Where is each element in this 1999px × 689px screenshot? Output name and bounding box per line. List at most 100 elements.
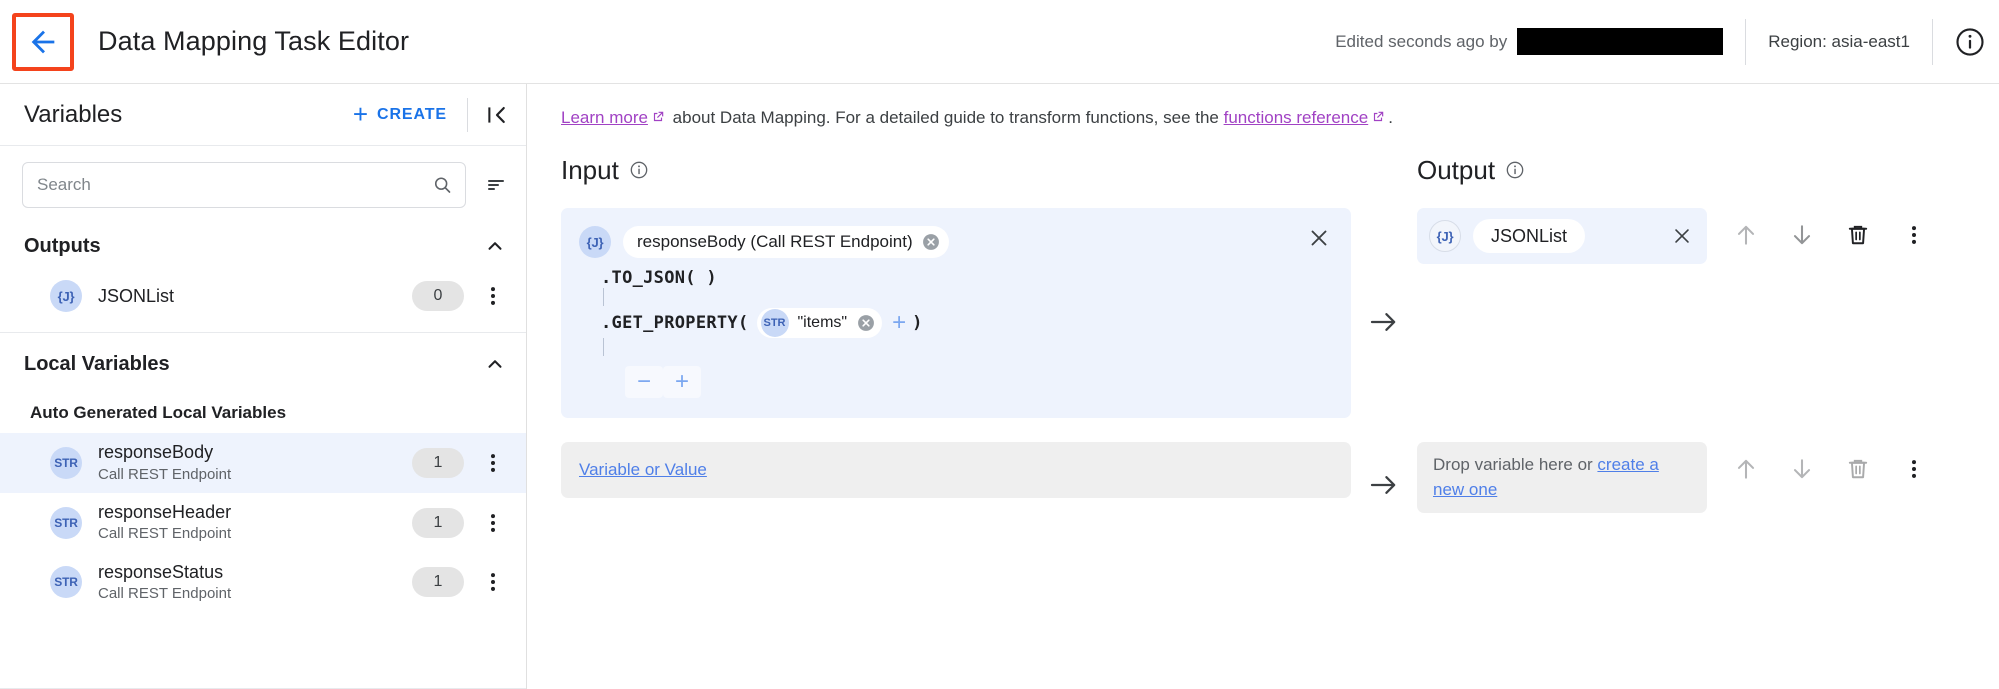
add-function-button[interactable]: + xyxy=(663,366,701,398)
input-expression-cell: {J} responseBody (Call REST Endpoint) .T… xyxy=(561,208,1351,418)
expression-function-line[interactable]: .TO_JSON( ) xyxy=(579,268,1331,288)
variable-or-value-link[interactable]: Variable or Value xyxy=(579,460,707,480)
variable-name: responseHeader xyxy=(98,501,232,522)
functions-reference-link[interactable]: functions reference xyxy=(1224,108,1369,127)
back-button[interactable] xyxy=(12,12,74,71)
arrow-right-icon xyxy=(1370,313,1396,331)
indent-guide xyxy=(603,288,1331,306)
list-item[interactable]: STR responseBody Call REST Endpoint 1 xyxy=(0,433,526,493)
more-vert-icon[interactable] xyxy=(1901,222,1927,248)
variable-chip[interactable]: responseBody (Call REST Endpoint) xyxy=(623,226,949,258)
collapse-panel-icon[interactable] xyxy=(484,102,510,128)
banner-text-end: . xyxy=(1388,108,1393,127)
type-badge: {J} xyxy=(50,280,82,312)
learn-more-link[interactable]: Learn more xyxy=(561,108,648,127)
more-vert-icon[interactable] xyxy=(480,510,506,536)
more-vert-icon[interactable] xyxy=(480,283,506,309)
remove-chip-icon[interactable] xyxy=(921,232,941,252)
edited-status: Edited seconds ago by xyxy=(1335,32,1507,52)
input-column-head: Input xyxy=(561,154,1351,208)
search-input[interactable] xyxy=(23,163,465,207)
arrow-up-icon[interactable] xyxy=(1733,222,1759,248)
external-link-icon xyxy=(1374,111,1384,122)
info-banner: Learn more about Data Mapping. For a det… xyxy=(527,84,1999,128)
expression-function-line[interactable]: .GET_PROPERTY( STR "items" + ) xyxy=(579,308,1331,338)
output-cell: {J} JSONList xyxy=(1417,208,1999,418)
list-item[interactable]: {J} JSONList 0 xyxy=(0,270,526,322)
arrow-down-icon[interactable] xyxy=(1789,222,1815,248)
search-icon xyxy=(434,177,451,193)
variable-texts: responseHeader Call REST Endpoint xyxy=(98,501,231,545)
variable-texts: responseBody Call REST Endpoint xyxy=(98,441,231,485)
expression-first-line: {J} responseBody (Call REST Endpoint) xyxy=(579,226,1331,258)
output-cell: Drop variable here or create a new one xyxy=(1417,442,1927,514)
variable-chip-label: responseBody (Call REST Endpoint) xyxy=(637,232,913,251)
usage-count-badge: 1 xyxy=(412,447,464,478)
drop-hint-text: Drop variable here or xyxy=(1433,455,1598,474)
section-title: Outputs xyxy=(24,234,101,257)
create-variable-button[interactable]: + CREATE xyxy=(347,96,453,134)
argument-value: "items" xyxy=(797,314,848,331)
variable-source: Call REST Endpoint xyxy=(98,525,232,543)
trash-icon[interactable] xyxy=(1845,222,1871,248)
external-link-icon xyxy=(653,111,664,122)
mapping-arrow-cell xyxy=(1351,208,1417,418)
type-badge: {J} xyxy=(579,226,611,258)
section-header-local-variables[interactable]: Local Variables xyxy=(0,333,526,389)
input-expression-box[interactable]: {J} responseBody (Call REST Endpoint) .T… xyxy=(561,208,1351,418)
arrow-right-icon xyxy=(1370,475,1396,494)
arrow-left-icon xyxy=(31,30,55,53)
mapping-arrow-cell xyxy=(1351,442,1417,513)
info-icon[interactable] xyxy=(1505,160,1525,180)
indent-guide xyxy=(603,338,1331,356)
usage-count-badge: 1 xyxy=(412,567,464,598)
top-bar: Data Mapping Task Editor Edited seconds … xyxy=(0,0,1999,84)
input-heading: Input xyxy=(561,154,619,185)
column-headings: Input Output xyxy=(527,128,1999,208)
redacted-user xyxy=(1517,28,1724,55)
chevron-up-icon[interactable] xyxy=(484,353,506,375)
more-vert-icon[interactable] xyxy=(480,450,506,476)
remove-function-button[interactable]: − xyxy=(625,366,663,398)
list-item[interactable]: STR responseStatus Call REST Endpoint 1 xyxy=(0,553,526,613)
edited-status-text: Edited seconds ago by xyxy=(1335,31,1508,51)
more-vert-icon[interactable] xyxy=(480,569,506,595)
sidebar-search-row xyxy=(0,146,526,222)
add-argument-button[interactable]: + xyxy=(892,311,906,335)
mapping-canvas: Learn more about Data Mapping. For a det… xyxy=(527,84,1999,689)
filter-list-icon[interactable] xyxy=(484,173,508,197)
output-drop-target[interactable]: Drop variable here or create a new one xyxy=(1417,442,1707,514)
output-chip[interactable]: JSONList xyxy=(1473,219,1586,253)
sidebar-header-actions: + CREATE xyxy=(347,96,510,134)
info-icon[interactable] xyxy=(1955,27,1985,57)
content-area: Variables + CREATE Search Outputs {J} JS… xyxy=(0,84,1999,689)
list-item[interactable]: STR responseHeader Call REST Endpoint 1 xyxy=(0,493,526,553)
divider xyxy=(1932,18,1933,65)
input-placeholder-box[interactable]: Variable or Value xyxy=(561,442,1351,498)
subsection-label: Auto Generated Local Variables xyxy=(30,403,287,422)
output-variable-box[interactable]: {J} JSONList xyxy=(1417,208,1707,264)
trash-icon[interactable] xyxy=(1845,456,1871,482)
top-bar-right: Edited seconds ago by Region: asia-east1 xyxy=(1335,0,1999,83)
sidebar-header: Variables + CREATE xyxy=(0,84,526,146)
arrow-up-icon[interactable] xyxy=(1733,456,1759,482)
page-title: Data Mapping Task Editor xyxy=(98,26,410,56)
mapping-row: {J} responseBody (Call REST Endpoint) .T… xyxy=(527,208,1999,418)
input-heading-row: Input xyxy=(561,154,1351,186)
sidebar-title: Variables xyxy=(24,100,123,128)
clear-input-icon[interactable] xyxy=(1307,226,1331,250)
section-header-outputs[interactable]: Outputs xyxy=(0,222,526,270)
arrow-down-icon[interactable] xyxy=(1789,456,1815,482)
mapping-row: Variable or Value Drop variable here or … xyxy=(527,418,1999,514)
more-vert-icon[interactable] xyxy=(1901,456,1927,482)
banner-text: about Data Mapping. For a detailed guide… xyxy=(667,108,1224,127)
chevron-up-icon[interactable] xyxy=(484,235,506,257)
info-icon[interactable] xyxy=(629,160,649,180)
divider xyxy=(467,97,468,132)
function-stepper: − + xyxy=(625,366,1331,398)
clear-output-icon[interactable] xyxy=(1671,225,1693,247)
search-box[interactable] xyxy=(22,162,466,208)
argument-chip[interactable]: STR "items" xyxy=(756,308,883,338)
usage-count-badge: 1 xyxy=(412,507,464,538)
remove-chip-icon[interactable] xyxy=(856,313,876,333)
